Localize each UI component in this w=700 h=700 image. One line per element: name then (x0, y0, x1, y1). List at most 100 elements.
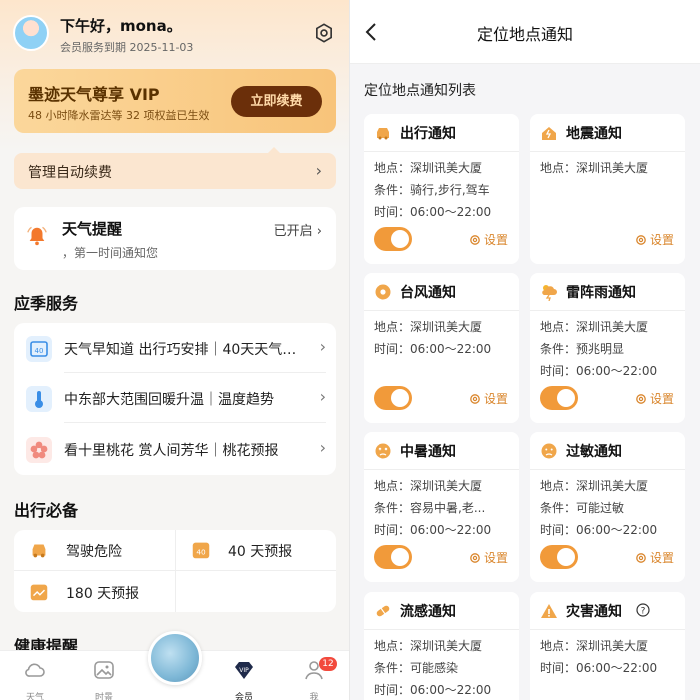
settings-label: 设置 (483, 551, 508, 565)
notification-card-flu[interactable]: 流感通知 地点：深圳讯美大厦 条件：可能感染 时间：06:00～22:00 (364, 592, 519, 700)
season-item[interactable]: 看十里桃花 赏人间芳华｜桃花预报 › (14, 424, 336, 474)
settings-button[interactable]: 设置 (469, 549, 508, 566)
manage-auto-renew-row[interactable]: 管理自动续费 › (14, 147, 336, 189)
list-title: 定位地点通知列表 (364, 83, 476, 99)
enable-toggle[interactable] (540, 386, 578, 410)
notification-card-typhoon[interactable]: 台风通知 地点：深圳讯美大厦 时间：06:00～22:00 设置 (364, 273, 519, 423)
card-condition: 条件：可能感染 (374, 661, 459, 675)
svg-text:?: ? (641, 607, 646, 617)
gear-icon (470, 394, 480, 404)
calendar-40-icon: 40 (192, 542, 210, 559)
reminder-status-text: 已开启 (273, 224, 313, 239)
profile-notification-badge: 12 (319, 657, 337, 671)
settings-button[interactable]: 设置 (469, 231, 508, 248)
card-time: 时间：06:00～22:00 (374, 342, 492, 356)
center-scene-button[interactable] (148, 631, 202, 685)
card-title: 台风通知 (400, 285, 456, 301)
vip-title: 墨迹天气尊享 VIP (28, 85, 160, 104)
travel-item-label: 40 天预报 (228, 544, 293, 560)
notification-card-heatstroke[interactable]: 中暑通知 地点：深圳讯美大厦 条件：容易中暑,老... 时间：06:00～22:… (364, 432, 519, 582)
card-time: 时间：06:00～22:00 (374, 683, 492, 697)
enable-toggle[interactable] (540, 545, 578, 569)
tab-vip[interactable]: VIP 会员 (222, 658, 266, 700)
thunderstorm-icon (542, 285, 557, 301)
notification-card-disaster[interactable]: 灾害通知? 地点：深圳讯美大厦 时间：06:00～22:00 (530, 592, 685, 700)
notification-card-allergy[interactable]: 过敏通知 地点：深圳讯美大厦 条件：可能过敏 时间：06:00～22:00 设置 (530, 432, 685, 582)
season-item-label: 看十里桃花 赏人间芳华｜桃花预报 (64, 443, 279, 459)
card-title: 中暑通知 (400, 444, 456, 460)
settings-label: 设置 (483, 392, 508, 406)
tab-label: 会员 (234, 693, 253, 700)
card-title: 过敏通知 (566, 444, 622, 460)
card-time: 时间：06:00～22:00 (540, 661, 658, 675)
enable-toggle[interactable] (374, 386, 412, 410)
avatar[interactable] (13, 15, 49, 51)
settings-button[interactable]: 设置 (635, 390, 674, 407)
greeting-text: 下午好，mona。 (60, 17, 182, 35)
settings-gear-icon[interactable] (313, 22, 335, 44)
reminder-status: 已开启 › (273, 224, 322, 239)
pill-icon (376, 605, 390, 617)
car-icon (32, 544, 46, 558)
card-location: 地点：深圳讯美大厦 (374, 161, 483, 175)
card-title: 出行通知 (400, 126, 456, 142)
notification-card-earthquake[interactable]: 地震通知 地点：深圳讯美大厦 设置 (530, 114, 685, 264)
vip-subtitle: 48 小时降水雷达等 32 项权益已生效 (28, 109, 210, 122)
renew-now-button[interactable]: 立即续费 (231, 86, 322, 117)
weather-reminder-card[interactable]: 天气提醒 ，第一时间通知您 已开启 › (14, 207, 336, 270)
tab-label: 天气 (25, 693, 44, 700)
earthquake-house-icon (542, 127, 556, 140)
location-notification-pane: 定位地点通知 定位地点通知列表 出行通知 地点：深圳讯美大厦 条件：骑行,步行,… (350, 0, 700, 700)
travel-item-label: 180 天预报 (66, 586, 140, 602)
travel-item-40day[interactable]: 40 40 天预报 (175, 530, 336, 570)
chevron-right-icon: › (315, 161, 322, 180)
travel-section-title: 出行必备 (14, 501, 79, 520)
travel-item-driving[interactable]: 驾驶危险 (14, 530, 175, 570)
card-location: 地点：深圳讯美大厦 (540, 320, 649, 334)
chevron-right-icon: › (319, 387, 326, 406)
top-bar: 定位地点通知 (350, 0, 700, 64)
auto-renew-label: 管理自动续费 (28, 165, 112, 181)
reminder-title: 天气提醒 (62, 220, 123, 238)
page-title: 定位地点通知 (476, 25, 573, 44)
travel-item-180day[interactable]: 180 天预报 (14, 572, 175, 612)
dizzy-face-icon (375, 443, 391, 459)
card-time: 时间：06:00～22:00 (540, 364, 658, 378)
tab-live-scene[interactable]: 时景 (82, 658, 126, 700)
settings-button[interactable]: 设置 (635, 231, 674, 248)
help-icon[interactable]: ? (636, 603, 650, 617)
vip-diamond-icon: VIP (235, 662, 253, 679)
enable-toggle[interactable] (374, 227, 412, 251)
tab-weather[interactable]: 天气 (13, 658, 57, 700)
season-section-title: 应季服务 (14, 294, 79, 313)
season-item[interactable]: 中东部大范围回暖升温｜温度趋势 › (14, 373, 336, 423)
card-location: 地点：深圳讯美大厦 (540, 639, 649, 653)
season-item[interactable]: 40 天气早知道 出行巧安排｜40天天气预报 › (14, 323, 336, 373)
svg-text:40: 40 (196, 548, 206, 557)
peach-blossom-icon (26, 437, 52, 463)
thermometer-icon (26, 386, 52, 412)
tab-label: 我 (309, 693, 319, 700)
card-condition: 条件：预兆明显 (540, 342, 625, 356)
card-condition: 条件：可能过敏 (540, 501, 625, 515)
settings-button[interactable]: 设置 (469, 390, 508, 407)
bell-icon (27, 226, 47, 246)
membership-expiry: 会员服务到期 2025-11-03 (60, 41, 194, 54)
settings-button[interactable]: 设置 (635, 549, 674, 566)
settings-label: 设置 (649, 392, 674, 406)
gear-icon (636, 235, 646, 245)
sad-face-icon (541, 443, 557, 459)
notification-card-thunderstorm[interactable]: 雷阵雨通知 地点：深圳讯美大厦 条件：预兆明显 时间：06:00～22:00 设… (530, 273, 685, 423)
warning-triangle-icon (541, 604, 557, 618)
season-item-label: 中东部大范围回暖升温｜温度趋势 (64, 392, 274, 408)
gear-icon (636, 553, 646, 563)
notification-card-travel[interactable]: 出行通知 地点：深圳讯美大厦 条件：骑行,步行,驾车 时间：06:00～22:0… (364, 114, 519, 264)
card-time: 时间：06:00～22:00 (540, 523, 658, 537)
card-title: 地震通知 (566, 126, 622, 142)
enable-toggle[interactable] (374, 545, 412, 569)
gear-icon (636, 394, 646, 404)
card-condition: 条件：容易中暑,老... (374, 501, 486, 515)
member-center-pane: 下午好，mona。 会员服务到期 2025-11-03 墨迹天气尊享 VIP 4… (0, 0, 350, 700)
svg-text:VIP: VIP (239, 667, 249, 674)
reminder-subtitle: ，第一时间通知您 (62, 246, 159, 260)
